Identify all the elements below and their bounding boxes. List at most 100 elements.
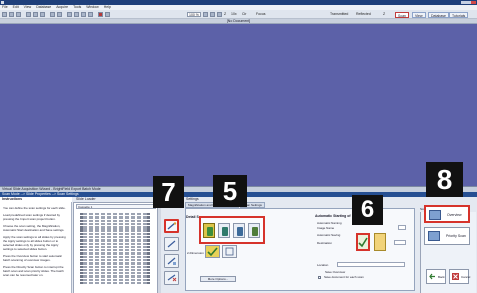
main-toolbar: 100 % Z 10x Cir Focus Transmitted Reflec… <box>0 10 477 19</box>
slide-slot[interactable] <box>80 272 150 275</box>
toolbar-cir-label[interactable]: Cir <box>242 12 246 17</box>
zoom-in-icon[interactable] <box>203 12 208 17</box>
slide-slot[interactable] <box>80 242 150 245</box>
layer-icon[interactable] <box>105 12 110 17</box>
save-document-checkbox[interactable] <box>318 276 321 279</box>
new-icon[interactable] <box>2 12 7 17</box>
close-button[interactable] <box>471 1 476 4</box>
slide-slot-list[interactable] <box>80 213 150 293</box>
scan-mode-fluorescence-2[interactable] <box>233 223 245 238</box>
slide-slot[interactable] <box>80 235 150 239</box>
cancel-label: Cancel <box>461 275 471 279</box>
scan-mode-selector <box>199 216 265 244</box>
toolbar-z-label[interactable]: Z <box>224 12 226 17</box>
copy-icon[interactable] <box>33 12 38 17</box>
more-options-button[interactable]: More Options... <box>200 276 236 282</box>
slide-slot[interactable] <box>80 226 150 229</box>
cancel-x-icon <box>452 273 459 280</box>
slide-slot[interactable] <box>80 239 150 242</box>
document-workspace[interactable] <box>0 24 477 186</box>
toolbar-focus-label[interactable]: Focus <box>256 12 266 17</box>
fit-icon[interactable] <box>210 12 215 17</box>
automatic-start-title: Automatic Starting of <box>315 214 351 218</box>
apply-icon <box>167 221 176 230</box>
slide-slot[interactable] <box>80 268 150 272</box>
zoom-field[interactable]: 100 % <box>187 12 201 17</box>
priority-scan-icon <box>428 231 440 241</box>
slide-slot[interactable] <box>80 278 150 282</box>
hand-icon[interactable] <box>74 12 79 17</box>
slide-slot[interactable] <box>80 219 150 222</box>
slide-loader-panel: Cassette 1 <box>73 202 158 293</box>
back-arrow-icon <box>429 273 435 280</box>
apply-to-selected-slides-button[interactable] <box>164 237 179 251</box>
paste-icon[interactable] <box>40 12 45 17</box>
callout-7: 7 <box>153 176 184 208</box>
back-label: Back <box>438 275 445 279</box>
slide-slot[interactable] <box>80 265 150 268</box>
redo-icon[interactable] <box>57 12 62 17</box>
undo-icon[interactable] <box>50 12 55 17</box>
slide-slot[interactable] <box>80 255 150 259</box>
reflected-toggle[interactable]: Reflected <box>356 12 371 17</box>
fluorescence-icon <box>222 227 228 236</box>
slide-slot[interactable] <box>80 222 150 226</box>
destination-field[interactable] <box>394 240 406 245</box>
scan-mode-brightfield[interactable] <box>203 223 215 238</box>
slide-slot[interactable] <box>80 245 150 249</box>
back-button[interactable]: Back <box>426 269 446 284</box>
save-destination-button[interactable] <box>356 233 370 251</box>
clear-settings-button[interactable] <box>164 271 179 285</box>
slide-slot[interactable] <box>80 249 150 252</box>
fluorescence-icon <box>237 227 243 236</box>
layers-icon <box>225 247 234 256</box>
measure-icon[interactable] <box>81 12 86 17</box>
image-name-field[interactable] <box>398 225 406 230</box>
import-settings-button[interactable] <box>164 254 179 268</box>
automatic-saving-label: Automatic Saving <box>317 233 341 237</box>
slide-slot[interactable] <box>80 281 150 285</box>
folder-icon[interactable] <box>374 233 386 251</box>
tab-view[interactable]: View <box>412 12 426 18</box>
priority-scan-button[interactable]: Priority Scan <box>424 227 470 245</box>
slide-slot[interactable] <box>80 262 150 265</box>
slide-slot[interactable] <box>80 232 150 236</box>
location-field[interactable] <box>337 262 405 267</box>
slide-slot[interactable] <box>80 252 150 255</box>
cancel-button[interactable]: Cancel <box>449 269 471 284</box>
cassette-selector[interactable]: Cassette 1 <box>76 204 156 209</box>
automatic-naming-label: Automatic Naming <box>317 221 342 225</box>
overview-icon <box>429 210 441 220</box>
cut-icon[interactable] <box>26 12 31 17</box>
slide-slot[interactable] <box>80 258 150 262</box>
pointer-icon[interactable] <box>67 12 72 17</box>
scan-mode-fluorescence-3[interactable] <box>248 223 260 238</box>
scan-option-2d[interactable] <box>205 245 220 258</box>
record-icon[interactable] <box>98 12 103 17</box>
toolbar-objective-label[interactable]: 10x <box>231 12 237 17</box>
slide-slot[interactable] <box>80 229 150 232</box>
transmitted-toggle[interactable]: Transmitted <box>330 12 348 17</box>
instructions-text: Press the Directly Scan button to interr… <box>3 265 64 277</box>
slide-slot[interactable] <box>80 213 150 216</box>
tab-scan[interactable]: Scan <box>395 12 409 18</box>
app-icon <box>1 1 4 4</box>
instructions-text: Load predefined scan settings if desired… <box>3 213 61 221</box>
apply-to-all-slides-button[interactable] <box>164 219 179 233</box>
overview-button[interactable]: Overview <box>424 205 470 223</box>
annotate-icon[interactable] <box>88 12 93 17</box>
zoom-out-icon[interactable] <box>217 12 222 17</box>
tab-database[interactable]: Database <box>428 12 449 18</box>
scan-option-multi[interactable] <box>222 245 237 258</box>
slide-slot[interactable] <box>80 275 150 278</box>
slide-loader-scrollbar[interactable] <box>158 202 161 293</box>
fluorescence-icon <box>252 227 258 236</box>
tab-tutorials[interactable]: Tutorials <box>449 12 469 18</box>
dimension-label: 2-Dimension <box>187 251 204 255</box>
scan-mode-fluorescence-1[interactable] <box>218 223 230 238</box>
slide-slot[interactable] <box>80 216 150 219</box>
toolbar-z2-label[interactable]: Z <box>383 12 385 17</box>
open-icon[interactable] <box>9 12 14 17</box>
save-icon[interactable] <box>16 12 21 17</box>
instructions-text: Choose the scan setting, the Magnificati… <box>3 224 65 232</box>
